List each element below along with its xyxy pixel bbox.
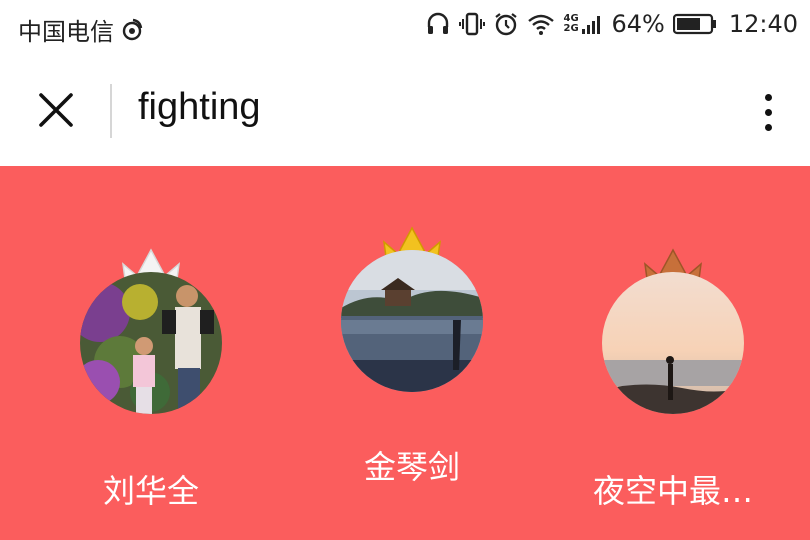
clock: 12:40	[728, 10, 798, 38]
network-type-label: 4G 2G	[563, 13, 579, 34]
more-menu-button[interactable]	[748, 84, 788, 140]
title-divider	[110, 84, 112, 138]
signal-icon: 4G 2G	[563, 13, 603, 35]
more-dot-icon	[764, 108, 772, 116]
battery-icon	[672, 13, 717, 35]
alarm-icon	[493, 11, 519, 37]
rank-name: 刘华全	[102, 472, 199, 510]
weibo-icon	[120, 18, 144, 42]
more-dot-icon	[764, 93, 772, 101]
wifi-icon	[527, 12, 555, 36]
status-bar: 中国电信 4G 2G 64% 12:40	[0, 0, 810, 56]
avatar-photo	[602, 272, 744, 414]
rank-name: 夜空中最…	[592, 472, 753, 510]
vibrate-icon	[459, 11, 486, 37]
page-title: fighting	[138, 86, 261, 128]
status-right: 4G 2G 64% 12:40	[425, 10, 798, 38]
headphones-icon	[425, 11, 451, 37]
close-icon	[39, 93, 73, 127]
avatar-photo	[80, 272, 222, 414]
status-left: 中国电信	[18, 12, 144, 47]
title-bar: fighting	[0, 56, 810, 166]
carrier-label: 中国电信	[18, 18, 114, 46]
rank-name: 金琴剑	[363, 448, 460, 486]
avatar-photo	[341, 250, 483, 392]
close-button[interactable]	[30, 84, 82, 136]
battery-percent: 64%	[611, 10, 665, 38]
ranking-podium: 2 刘华全	[0, 166, 810, 540]
more-dot-icon	[764, 123, 772, 131]
